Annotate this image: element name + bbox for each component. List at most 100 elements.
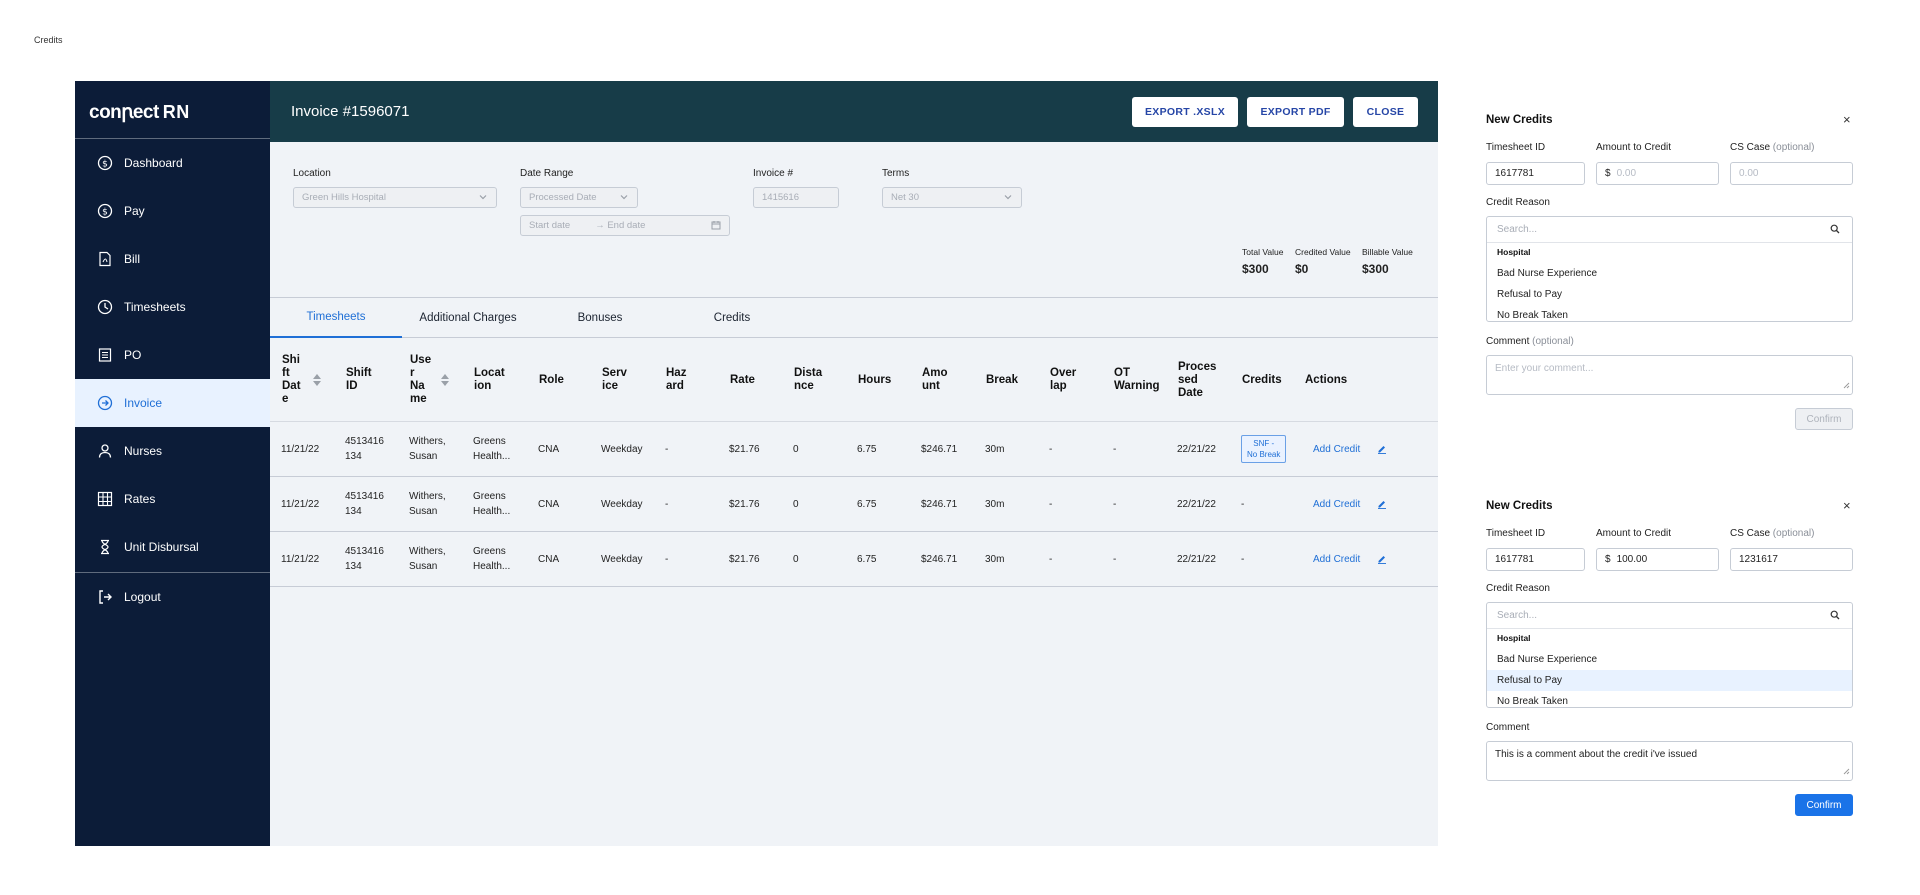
cell-credits: - (1241, 532, 1244, 586)
add-credit-link[interactable]: Add Credit (1313, 497, 1360, 512)
cell-hours: 6.75 (857, 477, 876, 531)
credit-reason-option[interactable]: Bad Nurse Experience (1487, 263, 1852, 284)
cell-value: 22/21/22 (1177, 443, 1216, 455)
comment-text: This is a comment about the credit i've … (1495, 749, 1698, 760)
sidebar-item-pay[interactable]: $ Pay (75, 187, 270, 235)
close-icon[interactable]: × (1843, 498, 1851, 513)
clock-icon (97, 299, 113, 315)
column-header-user-name[interactable]: Use r Na me (410, 338, 431, 422)
optional-hint: (optional) (1772, 142, 1815, 153)
timesheet-id-input[interactable]: 1617781 (1486, 162, 1585, 185)
add-credit-link[interactable]: Add Credit (1313, 552, 1360, 567)
cell-processed-date: 22/21/22 (1177, 422, 1216, 476)
date-picker[interactable]: Start date → End date (520, 215, 730, 236)
sidebar-item-bill[interactable]: Bill (75, 235, 270, 283)
location-select[interactable]: Green Hills Hospital (293, 187, 497, 208)
table-header: Shi ft Dat e Shift ID Use r Na me Locat ion… (270, 338, 1438, 422)
column-header-actions: Actions (1305, 373, 1348, 386)
export-xlsx-button[interactable]: EXPORT .XSLX (1132, 97, 1238, 127)
terms-select[interactable]: Net 30 (882, 187, 1022, 208)
start-date-input[interactable]: Start date (529, 220, 570, 231)
cell-ot-warning: - (1113, 532, 1116, 586)
sidebar-item-invoice[interactable]: Invoice (75, 379, 270, 427)
invoice-number-label: Invoice # (753, 168, 794, 179)
sort-icon[interactable] (312, 373, 322, 387)
amount-input[interactable]: $0.00 (1596, 162, 1719, 185)
column-header-distance: Dista nce (794, 367, 823, 392)
export-pdf-button[interactable]: EXPORT PDF (1247, 97, 1344, 127)
tab-credits[interactable]: Credits (666, 298, 798, 338)
cell-amount: $246.71 (921, 477, 957, 531)
cell-value: Greens Health... (473, 546, 511, 572)
cell-overlap: - (1049, 422, 1052, 476)
cs-case-input[interactable]: 0.00 (1730, 162, 1853, 185)
comment-textarea[interactable]: Enter your comment... (1486, 355, 1853, 395)
sidebar-item-unit-disbursal[interactable]: Unit Disbursal (75, 523, 270, 571)
pdf-file-icon (97, 251, 113, 267)
cell-value: Weekday (601, 498, 643, 510)
credit-reason-option[interactable]: Refusal to Pay (1487, 670, 1852, 691)
confirm-button[interactable]: Confirm (1795, 408, 1853, 430)
amount-label: Amount to Credit (1596, 142, 1672, 153)
edit-icon[interactable] (1377, 532, 1387, 586)
optional-hint: (optional) (1532, 336, 1574, 347)
timesheet-id-input[interactable]: 1617781 (1486, 548, 1585, 571)
sidebar-item-label: Dashboard (124, 156, 183, 170)
sidebar-item-rates[interactable]: Rates (75, 475, 270, 523)
end-date-input[interactable]: → End date (595, 220, 645, 231)
credit-reason-option[interactable]: No Break Taken (1487, 691, 1852, 707)
sidebar-item-nurses[interactable]: Nurses (75, 427, 270, 475)
edit-icon[interactable] (1377, 422, 1387, 476)
currency-prefix: $ (1605, 168, 1611, 179)
edit-icon[interactable] (1377, 477, 1387, 531)
comment-textarea[interactable]: This is a comment about the credit i've … (1486, 741, 1853, 781)
close-button[interactable]: CLOSE (1353, 97, 1418, 127)
credit-reason-search[interactable]: Search... (1487, 217, 1852, 243)
sort-icon[interactable] (440, 373, 450, 387)
column-header-shift-date[interactable]: Shi ft Dat e (282, 338, 301, 422)
cell-value: - (1241, 498, 1245, 510)
sidebar-item-label: Logout (124, 590, 161, 604)
add-credit-link[interactable]: Add Credit (1313, 442, 1360, 457)
sidebar-item-label: Unit Disbursal (124, 540, 199, 554)
invoice-number-input[interactable]: 1415616 (753, 187, 839, 208)
amount-value: 100.00 (1616, 554, 1648, 565)
tab-additional-charges[interactable]: Additional Charges (402, 298, 534, 338)
credit-reason-option[interactable]: Bad Nurse Experience (1487, 649, 1852, 670)
cell-break: 30m (985, 477, 1004, 531)
credit-reason-option[interactable]: Refusal to Pay (1487, 284, 1852, 305)
sidebar-item-dashboard[interactable]: $ Dashboard (75, 139, 270, 187)
column-header-hazard: Haz ard (666, 367, 687, 392)
close-icon[interactable]: × (1843, 112, 1851, 127)
resize-handle-icon[interactable] (1843, 381, 1850, 392)
sidebar-item-label: PO (124, 348, 142, 362)
credit-reason-search[interactable]: Search... (1487, 603, 1852, 629)
billable-value-label: Billable Value (1362, 247, 1413, 257)
logo-text: conꞃect (89, 102, 159, 123)
credit-reason-option[interactable]: No Break Taken (1487, 305, 1852, 321)
cell-shift-id: 4513416 134 (345, 477, 384, 531)
credit-reason-label: Credit Reason (1486, 583, 1550, 594)
cell-value: 22/21/22 (1177, 553, 1216, 565)
cs-case-input[interactable]: 1231617 (1730, 548, 1853, 571)
cell-actions: Add Credit (1313, 477, 1360, 531)
amount-label: Amount to Credit (1596, 528, 1672, 539)
cell-value: - (665, 443, 669, 455)
amount-input[interactable]: $100.00 (1596, 548, 1719, 571)
cell-service: Weekday (601, 532, 643, 586)
cell-hours: 6.75 (857, 532, 876, 586)
sidebar-item-timesheets[interactable]: Timesheets (75, 283, 270, 331)
sidebar-item-logout[interactable]: Logout (75, 573, 270, 621)
credit-reason-dropdown: Search... Hospital Bad Nurse Experience Ref… (1486, 602, 1853, 708)
tab-timesheets[interactable]: Timesheets (270, 298, 402, 338)
confirm-button[interactable]: Confirm (1795, 794, 1853, 816)
cell-user-name: Withers, Susan (409, 532, 446, 586)
credited-value-amount: $0 (1295, 262, 1309, 276)
credit-reason-label: Credit Reason (1486, 197, 1550, 208)
date-range-select[interactable]: Processed Date (520, 187, 638, 208)
cell-value: - (665, 498, 669, 510)
sidebar-item-po[interactable]: PO (75, 331, 270, 379)
cell-value: Weekday (601, 443, 643, 455)
resize-handle-icon[interactable] (1843, 767, 1850, 778)
tab-bonuses[interactable]: Bonuses (534, 298, 666, 338)
